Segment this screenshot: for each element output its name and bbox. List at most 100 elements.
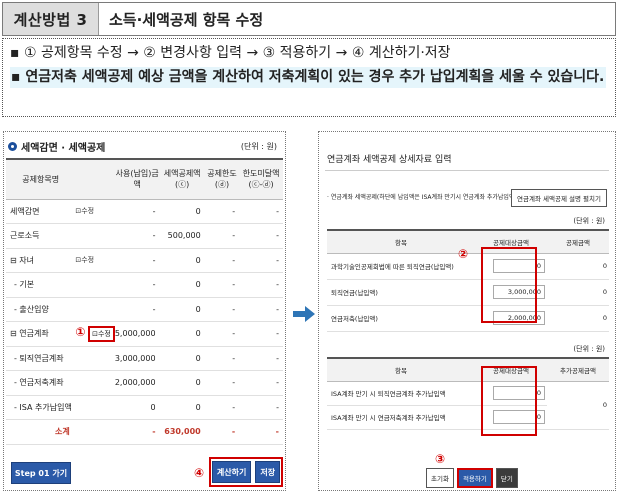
table-row: - 출산입양 - 0 - -	[6, 297, 283, 322]
limit-cell: -	[204, 297, 240, 322]
steps-line: ▪ ① 공제항목 수정 → ② 변경사항 입력 → ③ 적용하기 → ④ 계산하…	[10, 45, 451, 61]
item-label: 과학기술인공제회법에 따른 퇴직연금(납입액)	[327, 253, 475, 280]
table-row: 퇴직연금(납입액) 3,000,000 0	[327, 279, 609, 306]
row-label[interactable]: ⊟ 자녀	[6, 248, 76, 273]
col-header	[75, 158, 115, 200]
credit-cell: 0	[159, 321, 205, 347]
panel-title: 세액감면 · 세액공제	[8, 139, 105, 154]
guide-toggle-button[interactable]: 연금계좌 세액공제 설명 펼치기	[511, 189, 607, 207]
edit-button[interactable]: ⊡수정	[75, 256, 94, 264]
deduction-cell: 0	[547, 279, 609, 306]
save-button[interactable]: 저장	[255, 461, 281, 483]
item-label: ISA계좌 만기 시 퇴직연금계좌 추가납입액	[327, 381, 475, 406]
pension-table: 항목 공제대상금액 공제금액 과학기술인공제회법에 따른 퇴직연금(납입액) 0…	[327, 229, 609, 332]
table-row: ISA계좌 만기 시 퇴직연금계좌 추가납입액 0 0	[327, 381, 609, 430]
calculate-button[interactable]: 계산하기	[211, 461, 252, 483]
table-row: ⊟ 자녀 ⊡수정 - 0 - -	[6, 248, 283, 273]
table-row: - 연금저축계좌 2,000,000 0 - -	[6, 370, 283, 396]
total-limit: -	[204, 419, 240, 445]
col-header: 세액공제액 (ⓒ)	[159, 158, 205, 200]
limit-cell: -	[204, 395, 240, 420]
step2-marker: ②	[458, 247, 469, 261]
edit-button[interactable]: ⊡수정	[75, 207, 94, 215]
item-label: 퇴직연금(납입액)	[327, 279, 475, 306]
col-header: 공제항목명	[6, 158, 76, 200]
amount-cell: 2,000,000	[114, 370, 160, 396]
unit-label: (단위 : 원)	[240, 142, 277, 151]
credit-cell: 0	[159, 199, 205, 224]
method-badge: 계산방법 3	[3, 3, 99, 35]
amount-cell: -	[114, 297, 160, 322]
item-label: 연금저축(납입액)	[327, 305, 475, 332]
row-label: - ISA 추가납입액	[6, 395, 76, 420]
shortfall-cell: -	[239, 321, 283, 347]
limit-cell: -	[204, 223, 240, 249]
shortfall-cell: -	[239, 199, 283, 224]
panel-subtitle: · 연금계좌 세액공제(하단에 납입액은 ISA계좌 만기시 연금계좌 추가납입…	[327, 194, 541, 201]
credit-cell: 500,000	[159, 223, 205, 249]
step1-marker: ①	[75, 325, 86, 340]
shortfall-cell: -	[239, 248, 283, 273]
input-highlight-box	[481, 366, 537, 436]
total-shortfall: -	[239, 419, 283, 445]
limit-cell: -	[204, 248, 240, 273]
shortfall-cell: -	[239, 297, 283, 322]
col-header: 공제금액	[547, 229, 609, 254]
amount-cell: -	[114, 199, 160, 224]
calc-save-group: 계산하기 저장	[209, 457, 283, 487]
col-header: 공제한도 (ⓓ)	[204, 158, 240, 200]
credit-cell: 0	[159, 272, 205, 298]
isa-table: 항목 공제대상금액 추가공제금액 ISA계좌 만기 시 퇴직연금계좌 추가납입액…	[327, 357, 609, 430]
right-panel-buttons: 초기화 적용하기 닫기	[426, 468, 518, 488]
col-header: 항목	[327, 229, 475, 254]
panel-title-text: 세액감면 · 세액공제	[21, 143, 106, 154]
amount-cell: 5,000,000	[114, 321, 160, 347]
section-title: 소득·세액공제 항목 수정	[109, 10, 264, 29]
table-row: ⊟ 연금계좌 ① ⊡수정 5,000,000 0 - -	[6, 321, 283, 347]
reset-button[interactable]: 초기화	[426, 468, 454, 488]
deduction-cell: 0	[547, 253, 609, 280]
edit-pension-button[interactable]: ⊡수정	[88, 326, 115, 343]
additional-deduction-cell: 0	[547, 381, 609, 430]
step01-button[interactable]: Step 01 가기	[11, 462, 71, 484]
row-label: 근로소득	[6, 223, 76, 249]
apply-button[interactable]: 적용하기	[456, 468, 493, 488]
limit-cell: -	[204, 321, 240, 347]
close-button[interactable]: 닫기	[495, 468, 518, 488]
shortfall-cell: -	[239, 272, 283, 298]
total-credit: 630,000	[159, 419, 205, 445]
shortfall-cell: -	[239, 223, 283, 249]
panel-title: 연금계좌 세액공제 상세자료 입력	[327, 155, 452, 165]
limit-cell: -	[204, 272, 240, 298]
amount-cell: 3,000,000	[114, 346, 160, 371]
row-label[interactable]: ⊟ 연금계좌	[6, 321, 76, 347]
credit-cell: 0	[159, 395, 205, 420]
credit-cell: 0	[159, 346, 205, 371]
table-row: - 기본 - 0 - -	[6, 272, 283, 298]
amount-cell: -	[114, 223, 160, 249]
table-row: 세액감면 ⊡수정 - 0 - -	[6, 199, 283, 224]
steps-note: ▪ 연금저축 세액공제 예상 금액을 계산하여 저축계획이 있는 경우 추가 납…	[10, 67, 606, 88]
credit-cell: 0	[159, 370, 205, 396]
item-label: ISA계좌 만기 시 연금저축계좌 추가납입액	[327, 405, 475, 430]
row-label: - 기본	[6, 272, 76, 298]
row-label: - 연금저축계좌	[6, 370, 76, 396]
col-header: 추가공제금액	[547, 357, 609, 382]
shortfall-cell: -	[239, 346, 283, 371]
credit-cell: 0	[159, 297, 205, 322]
bullet-icon	[8, 142, 17, 151]
table-row: - 퇴직연금계좌 3,000,000 0 - -	[6, 346, 283, 371]
total-amount: -	[114, 419, 160, 445]
limit-cell: -	[204, 346, 240, 371]
total-label: 소계	[6, 419, 115, 445]
total-row: 소계 - 630,000 - -	[6, 419, 283, 445]
table-header-row: 항목 공제대상금액 추가공제금액	[327, 357, 609, 382]
step3-marker: ③	[435, 452, 446, 466]
section-header: 계산방법 3 소득·세액공제 항목 수정	[2, 2, 616, 36]
pension-detail-panel: 연금계좌 세액공제 상세자료 입력 · 연금계좌 세액공제(하단에 납입액은 I…	[318, 131, 616, 491]
limit-cell: -	[204, 199, 240, 224]
deduction-cell: 0	[547, 305, 609, 332]
step4-marker: ④	[194, 466, 205, 480]
arrow-right-icon	[293, 306, 315, 322]
table-row: 근로소득 - 500,000 - -	[6, 223, 283, 249]
